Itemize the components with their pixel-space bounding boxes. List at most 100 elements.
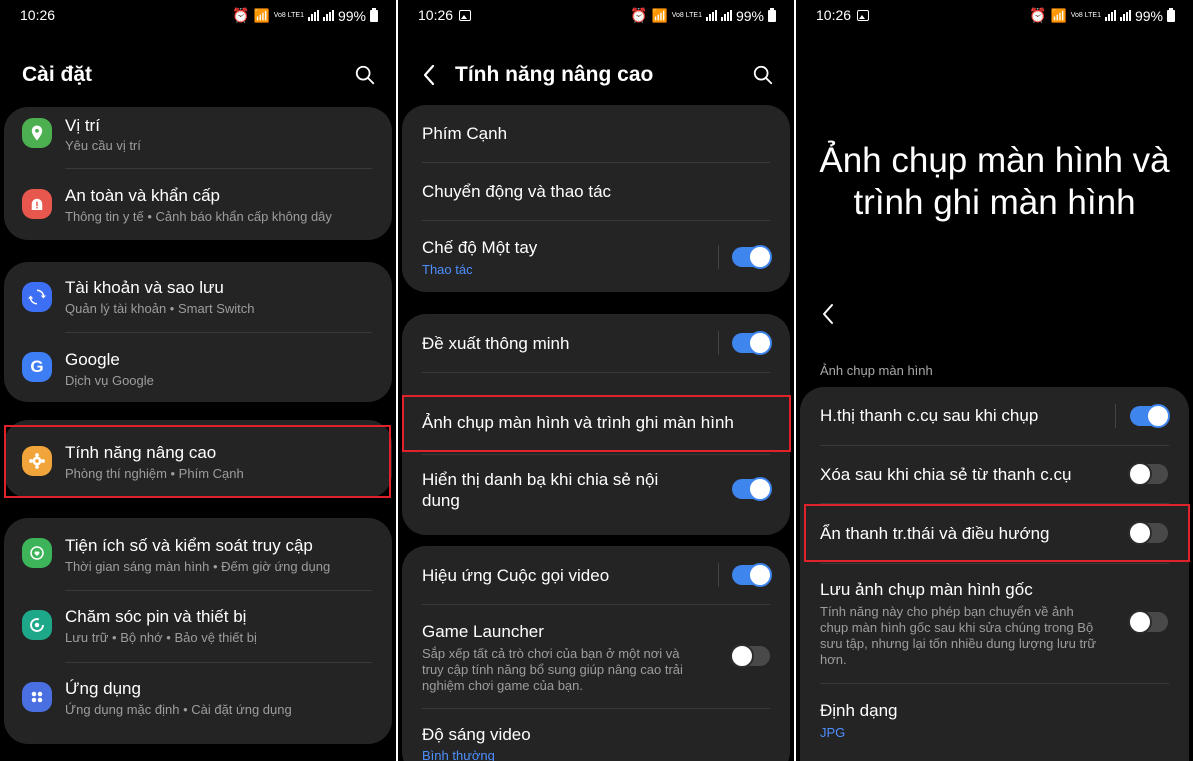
toggle-divider <box>718 245 719 269</box>
device-care-icon <box>22 610 52 640</box>
wifi-icon: 📶 <box>253 7 270 23</box>
settings-card-1: Vị trí Yêu cầu vị trí An toàn và khẩn cấ… <box>4 107 392 240</box>
battery-level: 99% <box>337 7 366 24</box>
setting-title: Định dạng <box>820 701 898 720</box>
feature-show-contacts-sharing[interactable]: Hiển thị danh bạ khi chia sẻ nội dung <box>402 454 790 535</box>
page-title: Ảnh chụp màn hình và trình ghi màn hình <box>796 140 1193 224</box>
settings-card-4: Tiện ích số và kiểm soát truy cập Thời g… <box>4 518 392 744</box>
feature-desc: nghiệm chơi game của bạn. <box>422 678 584 693</box>
google-icon: G <box>22 352 52 382</box>
battery-icon <box>1167 7 1175 22</box>
setting-desc: sưu tập, nhưng lại tốn nhiều dung lượng … <box>820 636 1097 651</box>
battery-icon <box>768 7 776 22</box>
setting-safety-emergency[interactable]: An toàn và khẩn cấp Thông tin y tế • Cản… <box>4 171 392 240</box>
setting-title: An toàn và khẩn cấp <box>65 186 221 205</box>
setting-subtitle: Dịch vụ Google <box>65 373 154 388</box>
feature-video-brightness[interactable]: Độ sáng video Bình thường <box>402 708 790 761</box>
one-handed-toggle[interactable] <box>732 245 772 269</box>
highlight-box <box>4 425 391 498</box>
setting-title: H.thị thanh c.cụ sau khi chụp <box>820 406 1039 425</box>
alarm-icon: ⏰ <box>630 7 648 23</box>
setting-title: Tiện ích số và kiểm soát truy cập <box>65 536 313 555</box>
setting-google[interactable]: G Google Dịch vụ Google <box>4 332 392 402</box>
setting-delete-after-share[interactable]: Xóa sau khi chia sẻ từ thanh c.cụ <box>800 445 1189 503</box>
setting-apps[interactable]: Ứng dụng Ứng dụng mặc định • Cài đặt ứng… <box>4 662 392 734</box>
feature-title: Chế độ Một tay <box>422 238 538 257</box>
search-icon[interactable] <box>354 64 376 86</box>
signal-icon <box>705 10 717 21</box>
features-card-3: Hiệu ứng Cuộc gọi video Game Launcher Sắ… <box>402 546 790 761</box>
feature-title: Game Launcher <box>422 622 544 641</box>
setting-format[interactable]: Định dạng JPG <box>800 683 1189 753</box>
feature-game-launcher[interactable]: Game Launcher Sắp xếp tất cả trò chơi củ… <box>402 604 790 708</box>
setting-title: Ứng dụng <box>65 679 141 698</box>
delete-after-share-toggle[interactable] <box>1128 462 1168 486</box>
status-bar: 10:26 ⏰ 📶 Vo8 LTE1 99% <box>796 0 1193 30</box>
setting-show-toolbar[interactable]: H.thị thanh c.cụ sau khi chụp <box>800 387 1189 445</box>
lte-label: Vo8 LTE1 <box>273 12 304 19</box>
wifi-icon: 📶 <box>1050 7 1067 23</box>
features-card-1: Phím Cạnh Chuyển động và thao tác Chế độ… <box>402 105 790 292</box>
show-contacts-toggle[interactable] <box>732 477 772 501</box>
gallery-icon <box>459 10 472 21</box>
gallery-icon <box>857 10 870 21</box>
show-toolbar-toggle[interactable] <box>1130 404 1170 428</box>
setting-battery-device-care[interactable]: Chăm sóc pin và thiết bị Lưu trữ • Bộ nh… <box>4 590 392 662</box>
location-icon <box>22 118 52 148</box>
game-launcher-toggle[interactable] <box>730 644 770 668</box>
smart-suggestions-toggle[interactable] <box>732 331 772 355</box>
setting-title: Xóa sau khi chia sẻ từ thanh c.cụ <box>820 465 1072 484</box>
setting-subtitle: Quản lý tài khoản • Smart Switch <box>65 301 255 316</box>
search-icon[interactable] <box>752 64 774 86</box>
feature-side-key[interactable]: Phím Cạnh <box>402 105 790 162</box>
feature-video-call-effects[interactable]: Hiệu ứng Cuộc gọi video <box>402 546 790 604</box>
alarm-icon: ⏰ <box>1029 7 1047 23</box>
setting-subtitle: Ứng dụng mặc định • Cài đặt ứng dụng <box>65 702 292 717</box>
setting-title: Vị trí <box>65 116 100 135</box>
page-title-line1: Ảnh chụp màn hình và <box>819 141 1170 180</box>
feature-subtitle: Bình thường <box>422 748 495 761</box>
save-original-toggle[interactable] <box>1128 610 1168 634</box>
feature-desc: truy cập tính năng bổ sung giúp nâng cao… <box>422 662 683 677</box>
feature-smart-suggestions[interactable]: Đề xuất thông minh <box>402 314 790 372</box>
setting-desc: chụp màn hình gốc sau khi sửa chúng tron… <box>820 620 1094 635</box>
status-time: 10:26 <box>816 7 870 23</box>
feature-motions-gestures[interactable]: Chuyển động và thao tác <box>402 162 790 220</box>
setting-title: Google <box>65 350 120 369</box>
signal-icon <box>307 10 319 21</box>
lte-label: Vo8 LTE1 <box>671 12 702 19</box>
apps-icon <box>22 682 52 712</box>
page-title: Cài đặt <box>22 63 93 86</box>
back-arrow-icon[interactable] <box>820 302 836 326</box>
video-call-effects-toggle[interactable] <box>732 563 772 587</box>
setting-accounts-backup[interactable]: Tài khoản và sao lưu Quản lý tài khoản •… <box>4 262 392 332</box>
wifi-icon: 📶 <box>651 7 668 23</box>
feature-title: Hiệu ứng Cuộc gọi video <box>422 566 610 585</box>
feature-one-handed-mode[interactable]: Chế độ Một tay Thao tác <box>402 220 790 292</box>
toggle-divider <box>1115 404 1116 428</box>
battery-level: 99% <box>735 7 764 24</box>
signal-icon <box>1104 10 1116 21</box>
signal-icon-2 <box>322 10 334 21</box>
sync-icon <box>22 282 52 312</box>
feature-title: Hiển thị danh bạ khi chia sẻ nội <box>422 470 659 489</box>
setting-save-original[interactable]: Lưu ảnh chụp màn hình gốc Tính năng này … <box>800 563 1189 683</box>
section-label: Ảnh chụp màn hình <box>820 363 933 378</box>
settings-screen: 10:26 ⏰ 📶 Vo8 LTE1 99% Cài đặt Vị trí Yê… <box>0 0 396 761</box>
screenshot-settings-card: H.thị thanh c.cụ sau khi chụp Xóa sau kh… <box>800 387 1189 761</box>
back-arrow-icon[interactable] <box>420 63 438 87</box>
alarm-icon: ⏰ <box>232 7 250 23</box>
setting-digital-wellbeing[interactable]: Tiện ích số và kiểm soát truy cập Thời g… <box>4 518 392 590</box>
feature-subtitle: Thao tác <box>422 262 473 277</box>
battery-icon <box>370 7 378 22</box>
feature-title: Phím Cạnh <box>422 124 508 143</box>
emergency-icon <box>22 189 52 219</box>
feature-desc: Sắp xếp tất cả trò chơi của bạn ở một nơ… <box>422 646 680 661</box>
setting-subtitle: JPG <box>820 725 846 740</box>
setting-desc: Tính năng này cho phép bạn chuyển về ảnh <box>820 604 1074 619</box>
status-time: 10:26 <box>418 7 472 23</box>
lte-label: Vo8 LTE1 <box>1070 12 1101 19</box>
page-title: Tính năng nâng cao <box>455 63 654 86</box>
highlight-box <box>804 504 1190 562</box>
setting-location[interactable]: Vị trí Yêu cầu vị trí <box>4 107 392 171</box>
